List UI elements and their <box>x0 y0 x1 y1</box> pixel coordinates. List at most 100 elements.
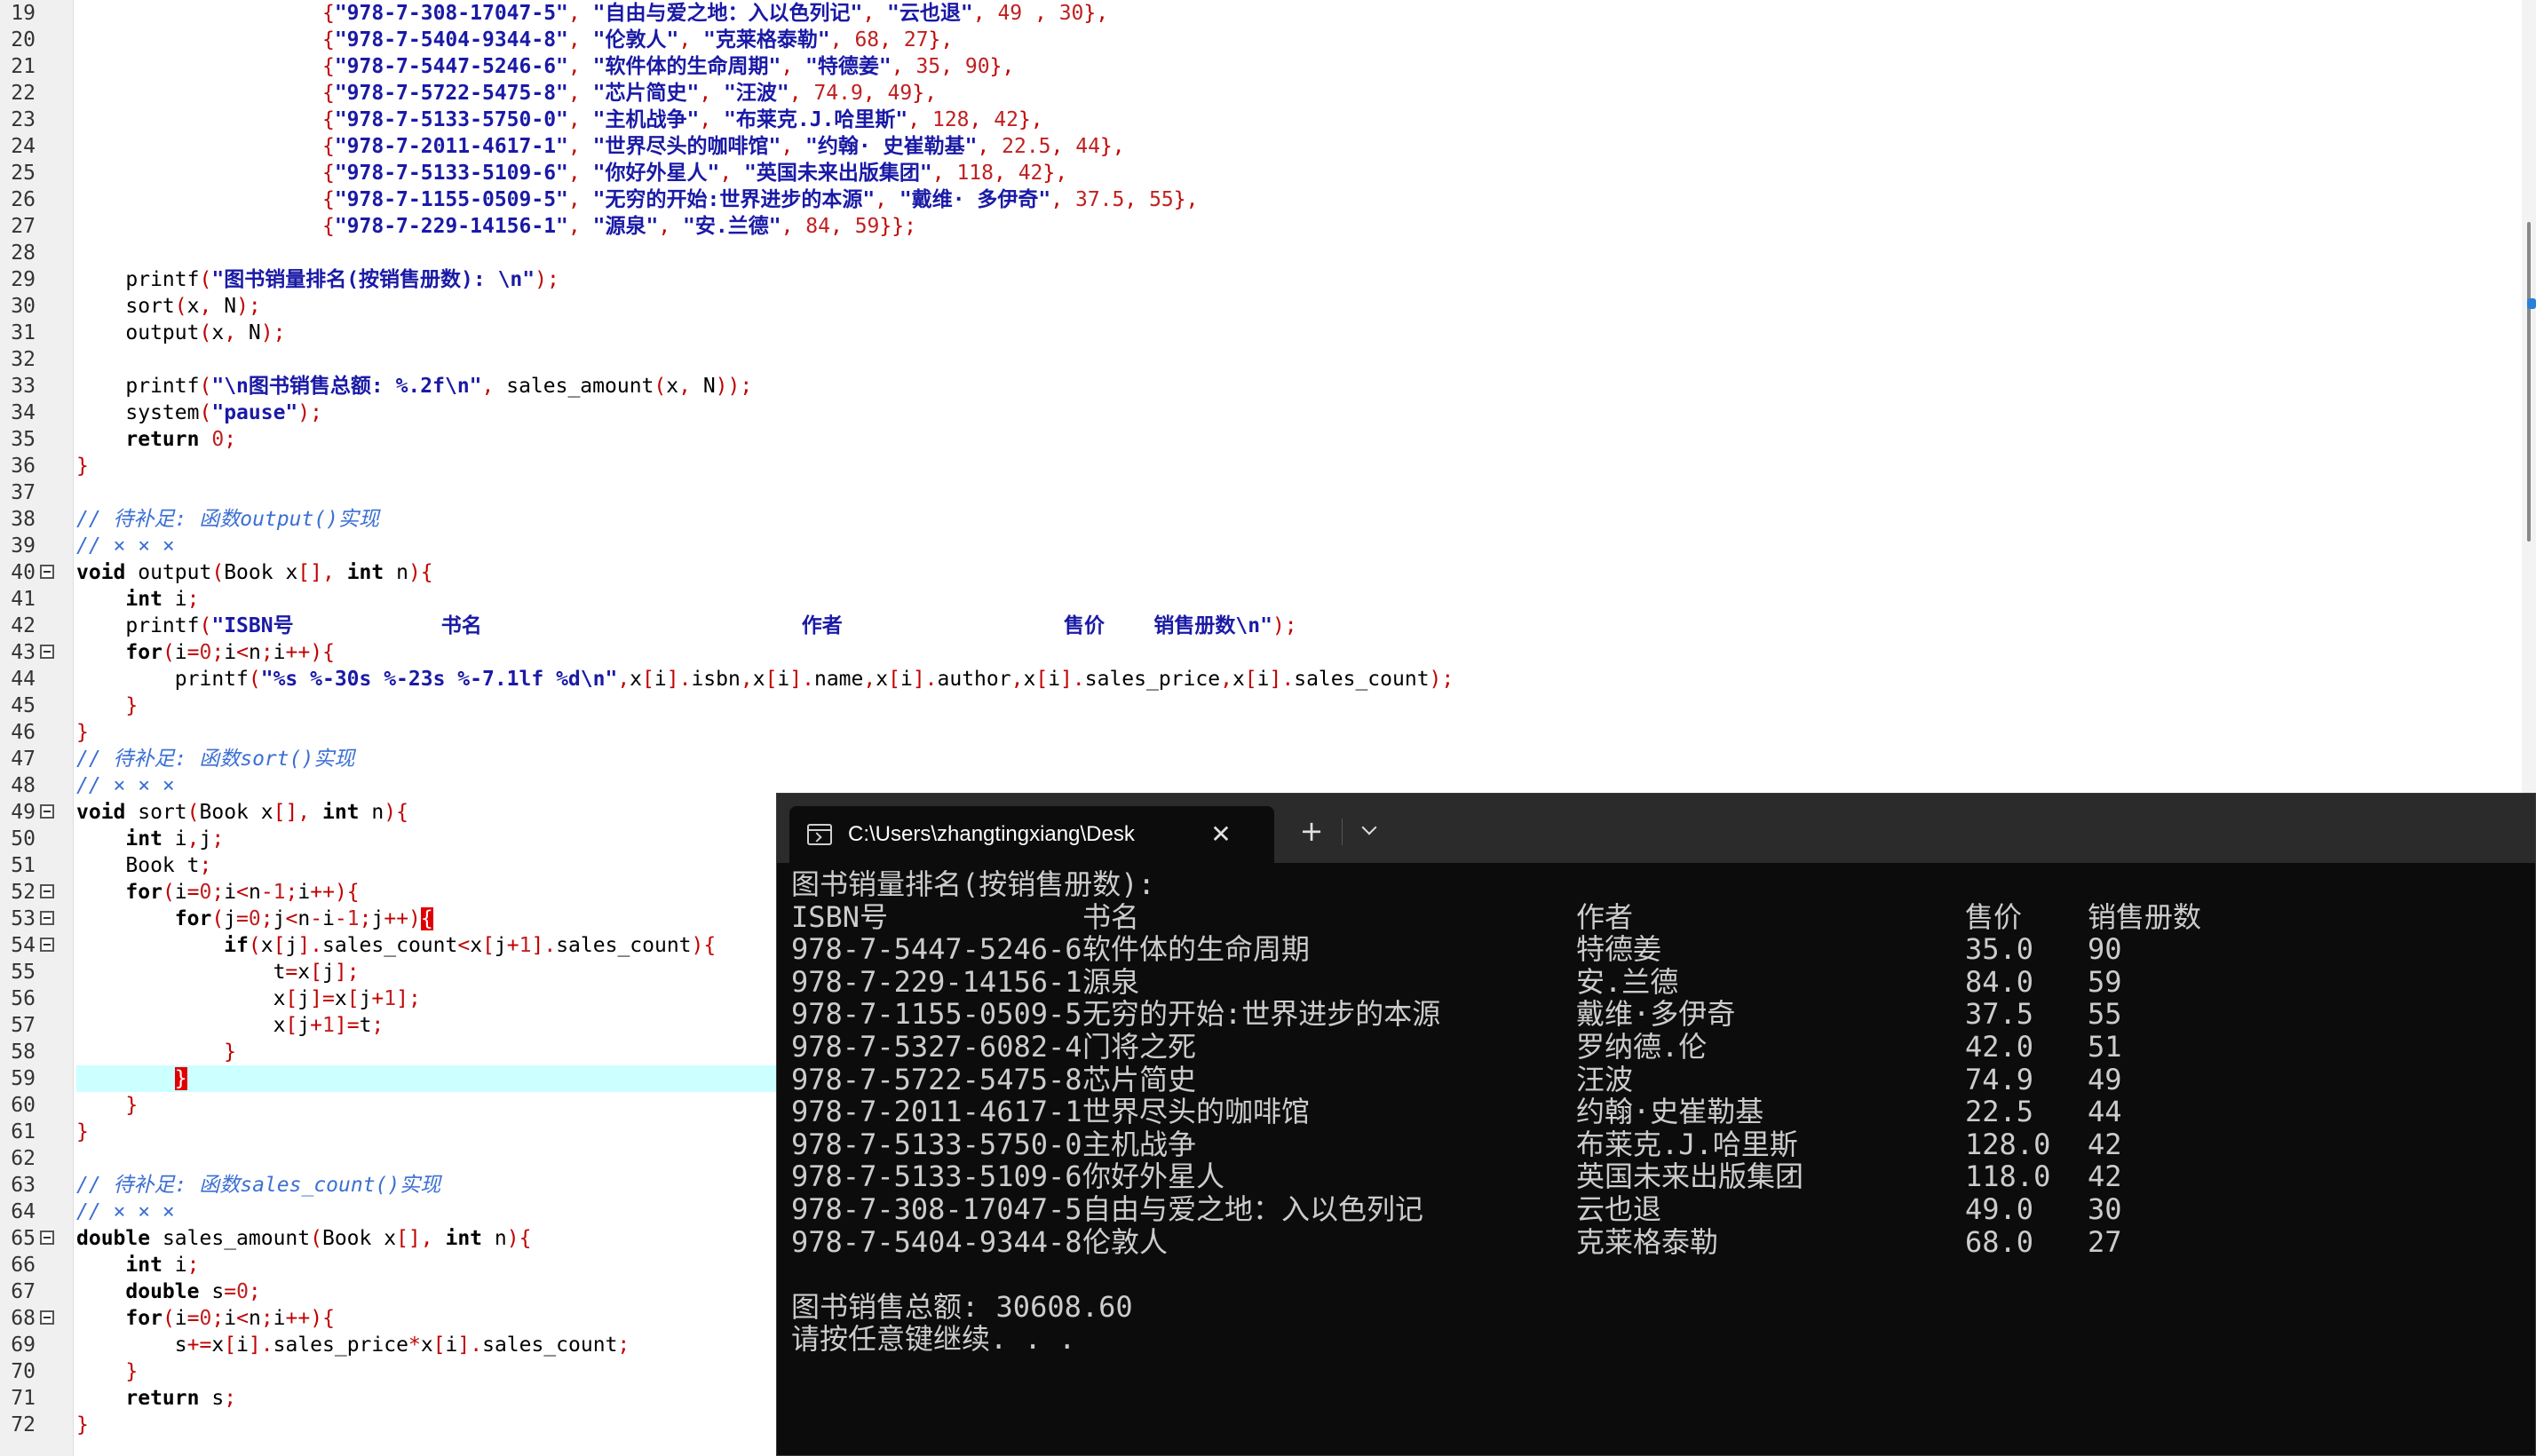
code-text[interactable]: {"978-7-1155-0509-5", "无穷的开始:世界进步的本源", "… <box>76 186 2536 213</box>
code-line[interactable]: 24 {"978-7-2011-4617-1", "世界尽头的咖啡馆", "约翰… <box>0 133 2536 160</box>
code-token: 118 <box>956 162 994 185</box>
code-text[interactable]: {"978-7-5447-5246-6", "软件体的生命周期", "特德姜",… <box>76 53 2536 80</box>
new-tab-button[interactable]: + <box>1294 813 1329 849</box>
code-line[interactable]: 33 printf("\n图书销售总额: %.2f\n", sales_amou… <box>0 373 2536 400</box>
table-cell: 978-7-229-14156-1 <box>791 964 1082 999</box>
code-line[interactable]: 22 {"978-7-5722-5475-8", "芯片简史", "汪波", 7… <box>0 80 2536 107</box>
code-line[interactable]: 31 output(x, N); <box>0 320 2536 346</box>
code-text[interactable]: } <box>76 453 2536 479</box>
close-icon[interactable]: ✕ <box>1205 819 1237 851</box>
code-line[interactable]: 43 for(i=0;i<n;i++){ <box>0 639 2536 666</box>
code-token: int <box>346 561 384 584</box>
code-line[interactable]: 30 sort(x, N); <box>0 293 2536 320</box>
code-line[interactable]: 26 {"978-7-1155-0509-5", "无穷的开始:世界进步的本源"… <box>0 186 2536 213</box>
code-line[interactable]: 32 <box>0 346 2536 373</box>
code-line[interactable]: 44 printf("%s %-30s %-23s %-7.1lf %d\n",… <box>0 666 2536 692</box>
code-text[interactable] <box>76 479 2536 506</box>
fold-toggle-icon[interactable] <box>40 938 54 952</box>
code-line[interactable]: 27 {"978-7-229-14156-1", "源泉", "安.兰德", 8… <box>0 213 2536 240</box>
code-text[interactable]: {"978-7-5404-9344-8", "伦敦人", "克莱格泰勒", 68… <box>76 27 2536 53</box>
code-line[interactable]: 41 int i; <box>0 586 2536 613</box>
code-line[interactable]: 36} <box>0 453 2536 479</box>
line-number: 56 <box>11 987 36 1010</box>
fold-toggle-icon[interactable] <box>40 911 54 925</box>
table-cell: 128.0 <box>1965 1127 2051 1161</box>
code-line[interactable]: 34 system("pause"); <box>0 400 2536 426</box>
code-text[interactable]: // 待补足: 函数sort()实现 <box>76 746 2536 772</box>
code-text[interactable] <box>76 346 2536 373</box>
code-token: i <box>174 1254 187 1277</box>
code-text[interactable]: {"978-7-5133-5750-0", "主机战争", "布莱克.J.哈里斯… <box>76 107 2536 133</box>
code-line[interactable]: 39 // × × × <box>0 533 2536 559</box>
line-number: 40 <box>11 561 36 584</box>
code-line[interactable]: 38 // 待补足: 函数output()实现 <box>0 506 2536 533</box>
code-token: ; <box>285 881 298 904</box>
code-line[interactable]: 37 <box>0 479 2536 506</box>
code-token: if <box>224 934 249 957</box>
code-token: j <box>297 1014 311 1037</box>
fold-toggle-icon[interactable] <box>40 1310 54 1325</box>
code-text[interactable]: int i; <box>76 586 2536 613</box>
fold-toggle-icon[interactable] <box>40 884 54 898</box>
code-text[interactable]: printf("ISBN号 书名 作者 售价 销售册数\n"); <box>76 613 2536 639</box>
code-line[interactable]: 21 {"978-7-5447-5246-6", "软件体的生命周期", "特德… <box>0 53 2536 80</box>
code-text[interactable]: printf("\n图书销售总额: %.2f\n", sales_amount(… <box>76 373 2536 400</box>
code-text[interactable]: return 0; <box>76 426 2536 453</box>
code-text[interactable]: {"978-7-229-14156-1", "源泉", "安.兰德", 84, … <box>76 213 2536 240</box>
code-token: double <box>125 1280 200 1303</box>
code-text[interactable]: for(i=0;i<n;i++){ <box>76 639 2536 666</box>
line-number: 23 <box>11 108 36 131</box>
code-text[interactable]: system("pause"); <box>76 400 2536 426</box>
line-number: 61 <box>11 1120 36 1143</box>
terminal-tab[interactable]: C:\Users\zhangtingxiang\Desk ✕ <box>789 806 1274 863</box>
code-token: x <box>876 668 889 691</box>
code-line[interactable]: 19 {"978-7-308-17047-5", "自由与爱之地：入以色列记",… <box>0 0 2536 27</box>
code-line[interactable]: 28 <box>0 240 2536 266</box>
code-line[interactable]: 42 printf("ISBN号 书名 作者 售价 销售册数\n"); <box>0 613 2536 639</box>
terminal-window[interactable]: C:\Users\zhangtingxiang\Desk ✕ + 图书销量排名(… <box>776 793 2536 1456</box>
code-text[interactable]: // × × × <box>76 533 2536 559</box>
code-text[interactable]: {"978-7-5133-5109-6", "你好外星人", "英国未来出版集团… <box>76 160 2536 186</box>
line-number: 42 <box>11 614 36 637</box>
code-line[interactable]: 23 {"978-7-5133-5750-0", "主机战争", "布莱克.J.… <box>0 107 2536 133</box>
code-text[interactable]: {"978-7-2011-4617-1", "世界尽头的咖啡馆", "约翰· 史… <box>76 133 2536 160</box>
code-text[interactable]: void output(Book x[], int n){ <box>76 559 2536 586</box>
code-text[interactable]: output(x, N); <box>76 320 2536 346</box>
code-line[interactable]: 45 } <box>0 692 2536 719</box>
code-text[interactable]: } <box>76 692 2536 719</box>
table-cell: 安.兰德 <box>1576 964 1679 999</box>
code-token: void <box>76 561 126 584</box>
fold-toggle-icon[interactable] <box>40 804 54 819</box>
fold-toggle-icon[interactable] <box>40 645 54 659</box>
code-line[interactable]: 46} <box>0 719 2536 746</box>
code-token: ); <box>297 401 322 424</box>
code-text[interactable]: printf("图书销量排名(按销售册数): \n"); <box>76 266 2536 293</box>
code-text[interactable]: } <box>76 719 2536 746</box>
table-cell: 978-7-5327-6082-4 <box>791 1030 1082 1064</box>
code-line[interactable]: 20 {"978-7-5404-9344-8", "伦敦人", "克莱格泰勒",… <box>0 27 2536 53</box>
code-text[interactable]: sort(x, N); <box>76 293 2536 320</box>
code-token: i <box>174 827 187 851</box>
fold-toggle-icon[interactable] <box>40 1230 54 1245</box>
chevron-down-icon[interactable] <box>1352 813 1388 849</box>
code-text[interactable]: printf("%s %-30s %-23s %-7.1lf %d\n",x[i… <box>76 666 2536 692</box>
code-text[interactable]: // 待补足: 函数output()实现 <box>76 506 2536 533</box>
code-token: }}; <box>879 215 916 238</box>
code-token: "英国未来出版集团" <box>744 162 932 185</box>
code-line[interactable]: 35 return 0; <box>0 426 2536 453</box>
editor-scroll-thumb[interactable] <box>2527 222 2531 542</box>
code-token: n <box>248 1307 261 1330</box>
code-line[interactable]: 40 void output(Book x[], int n){ <box>0 559 2536 586</box>
code-text[interactable] <box>76 240 2536 266</box>
fold-toggle-icon[interactable] <box>40 565 54 579</box>
code-token: for <box>125 1307 162 1330</box>
code-text[interactable]: {"978-7-5722-5475-8", "芯片简史", "汪波", 74.9… <box>76 80 2536 107</box>
code-text[interactable]: {"978-7-308-17047-5", "自由与爱之地：入以色列记", "云… <box>76 0 2536 27</box>
code-line[interactable]: 25 {"978-7-5133-5109-6", "你好外星人", "英国未来出… <box>0 160 2536 186</box>
code-token: ( <box>310 1227 322 1250</box>
code-line[interactable]: 47 // 待补足: 函数sort()实现 <box>0 746 2536 772</box>
code-line[interactable]: 29 printf("图书销量排名(按销售册数): \n"); <box>0 266 2536 293</box>
code-token: ){ <box>691 934 717 957</box>
